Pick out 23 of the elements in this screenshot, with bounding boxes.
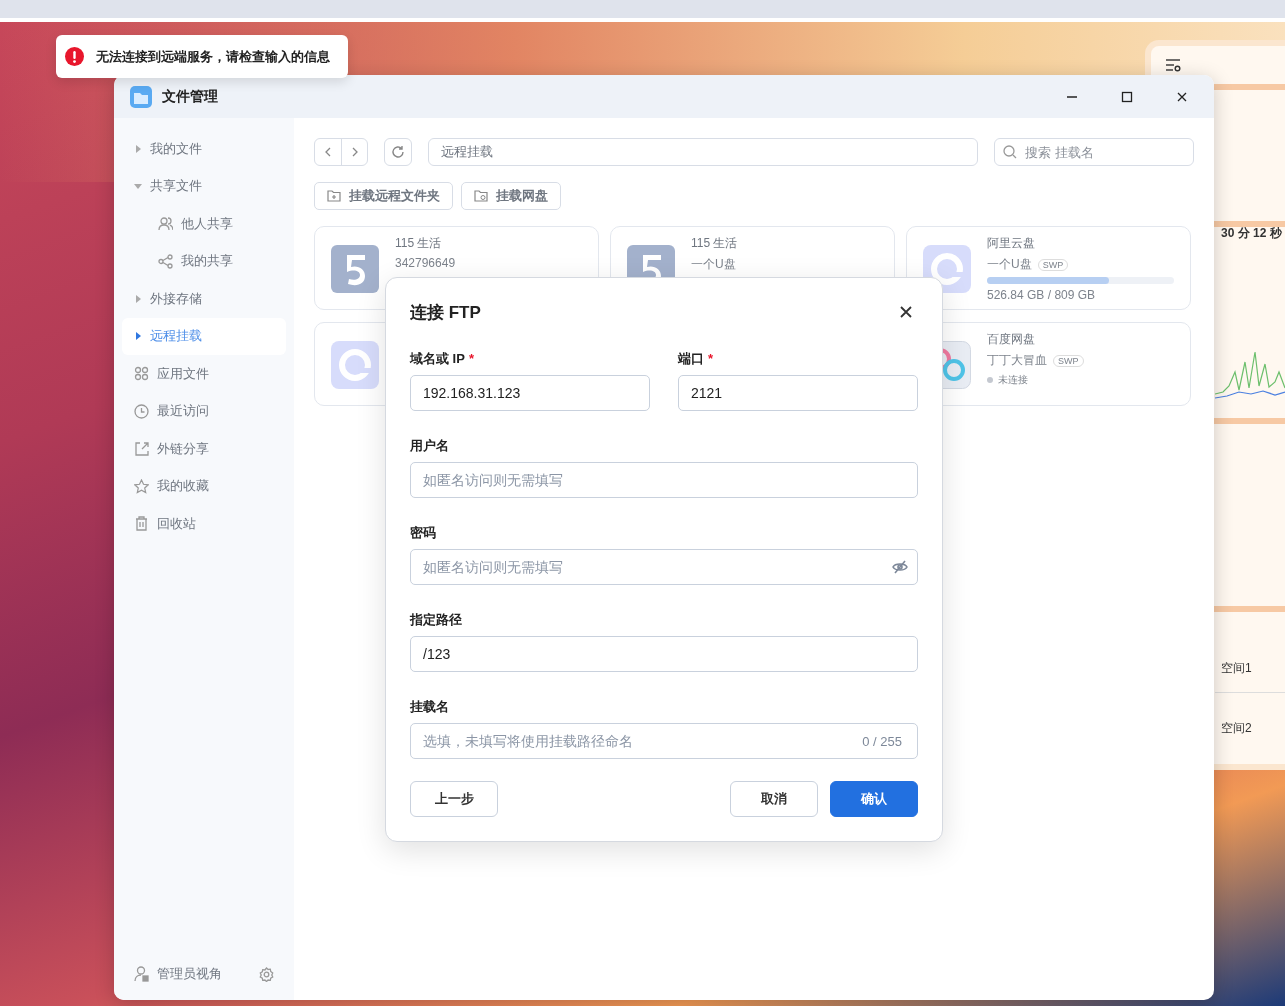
field-label: 挂载名 <box>410 698 450 716</box>
storage-space-name: 空间2 <box>1221 720 1252 737</box>
storage-name: 阿里云盘 <box>987 235 1036 252</box>
field-label: 指定路径 <box>410 611 463 629</box>
storage-space-name: 空间1 <box>1221 660 1252 677</box>
account-name: 丁丁大冒血 <box>987 352 1047 369</box>
account-name: 一个U盘 <box>691 256 736 273</box>
field-label: 密码 <box>410 524 437 542</box>
toast-message: 无法连接到远端服务，请检查输入的信息 <box>96 47 330 66</box>
usage-text: 526.84 GB / 809 GB <box>987 288 1097 302</box>
account-name: 342796649 <box>395 256 456 270</box>
storage-name: 115 生活 <box>691 235 739 252</box>
field-label: 域名或 IP * <box>410 350 475 368</box>
field-label: 端口 * <box>678 350 715 368</box>
character-counter: 0 / 255 <box>862 734 902 749</box>
elapsed-time: 30 分 12 秒 <box>1221 225 1282 242</box>
admin-view-label: 管理员视角 <box>157 965 222 983</box>
storage-name: 百度网盘 <box>987 331 1036 348</box>
window-title: 文件管理 <box>162 87 219 106</box>
field-label: 用户名 <box>410 437 450 455</box>
storage-name: 115 生活 <box>395 235 443 252</box>
account-name: 一个U盘 <box>987 256 1032 273</box>
status-text: 未连接 <box>998 373 1028 387</box>
